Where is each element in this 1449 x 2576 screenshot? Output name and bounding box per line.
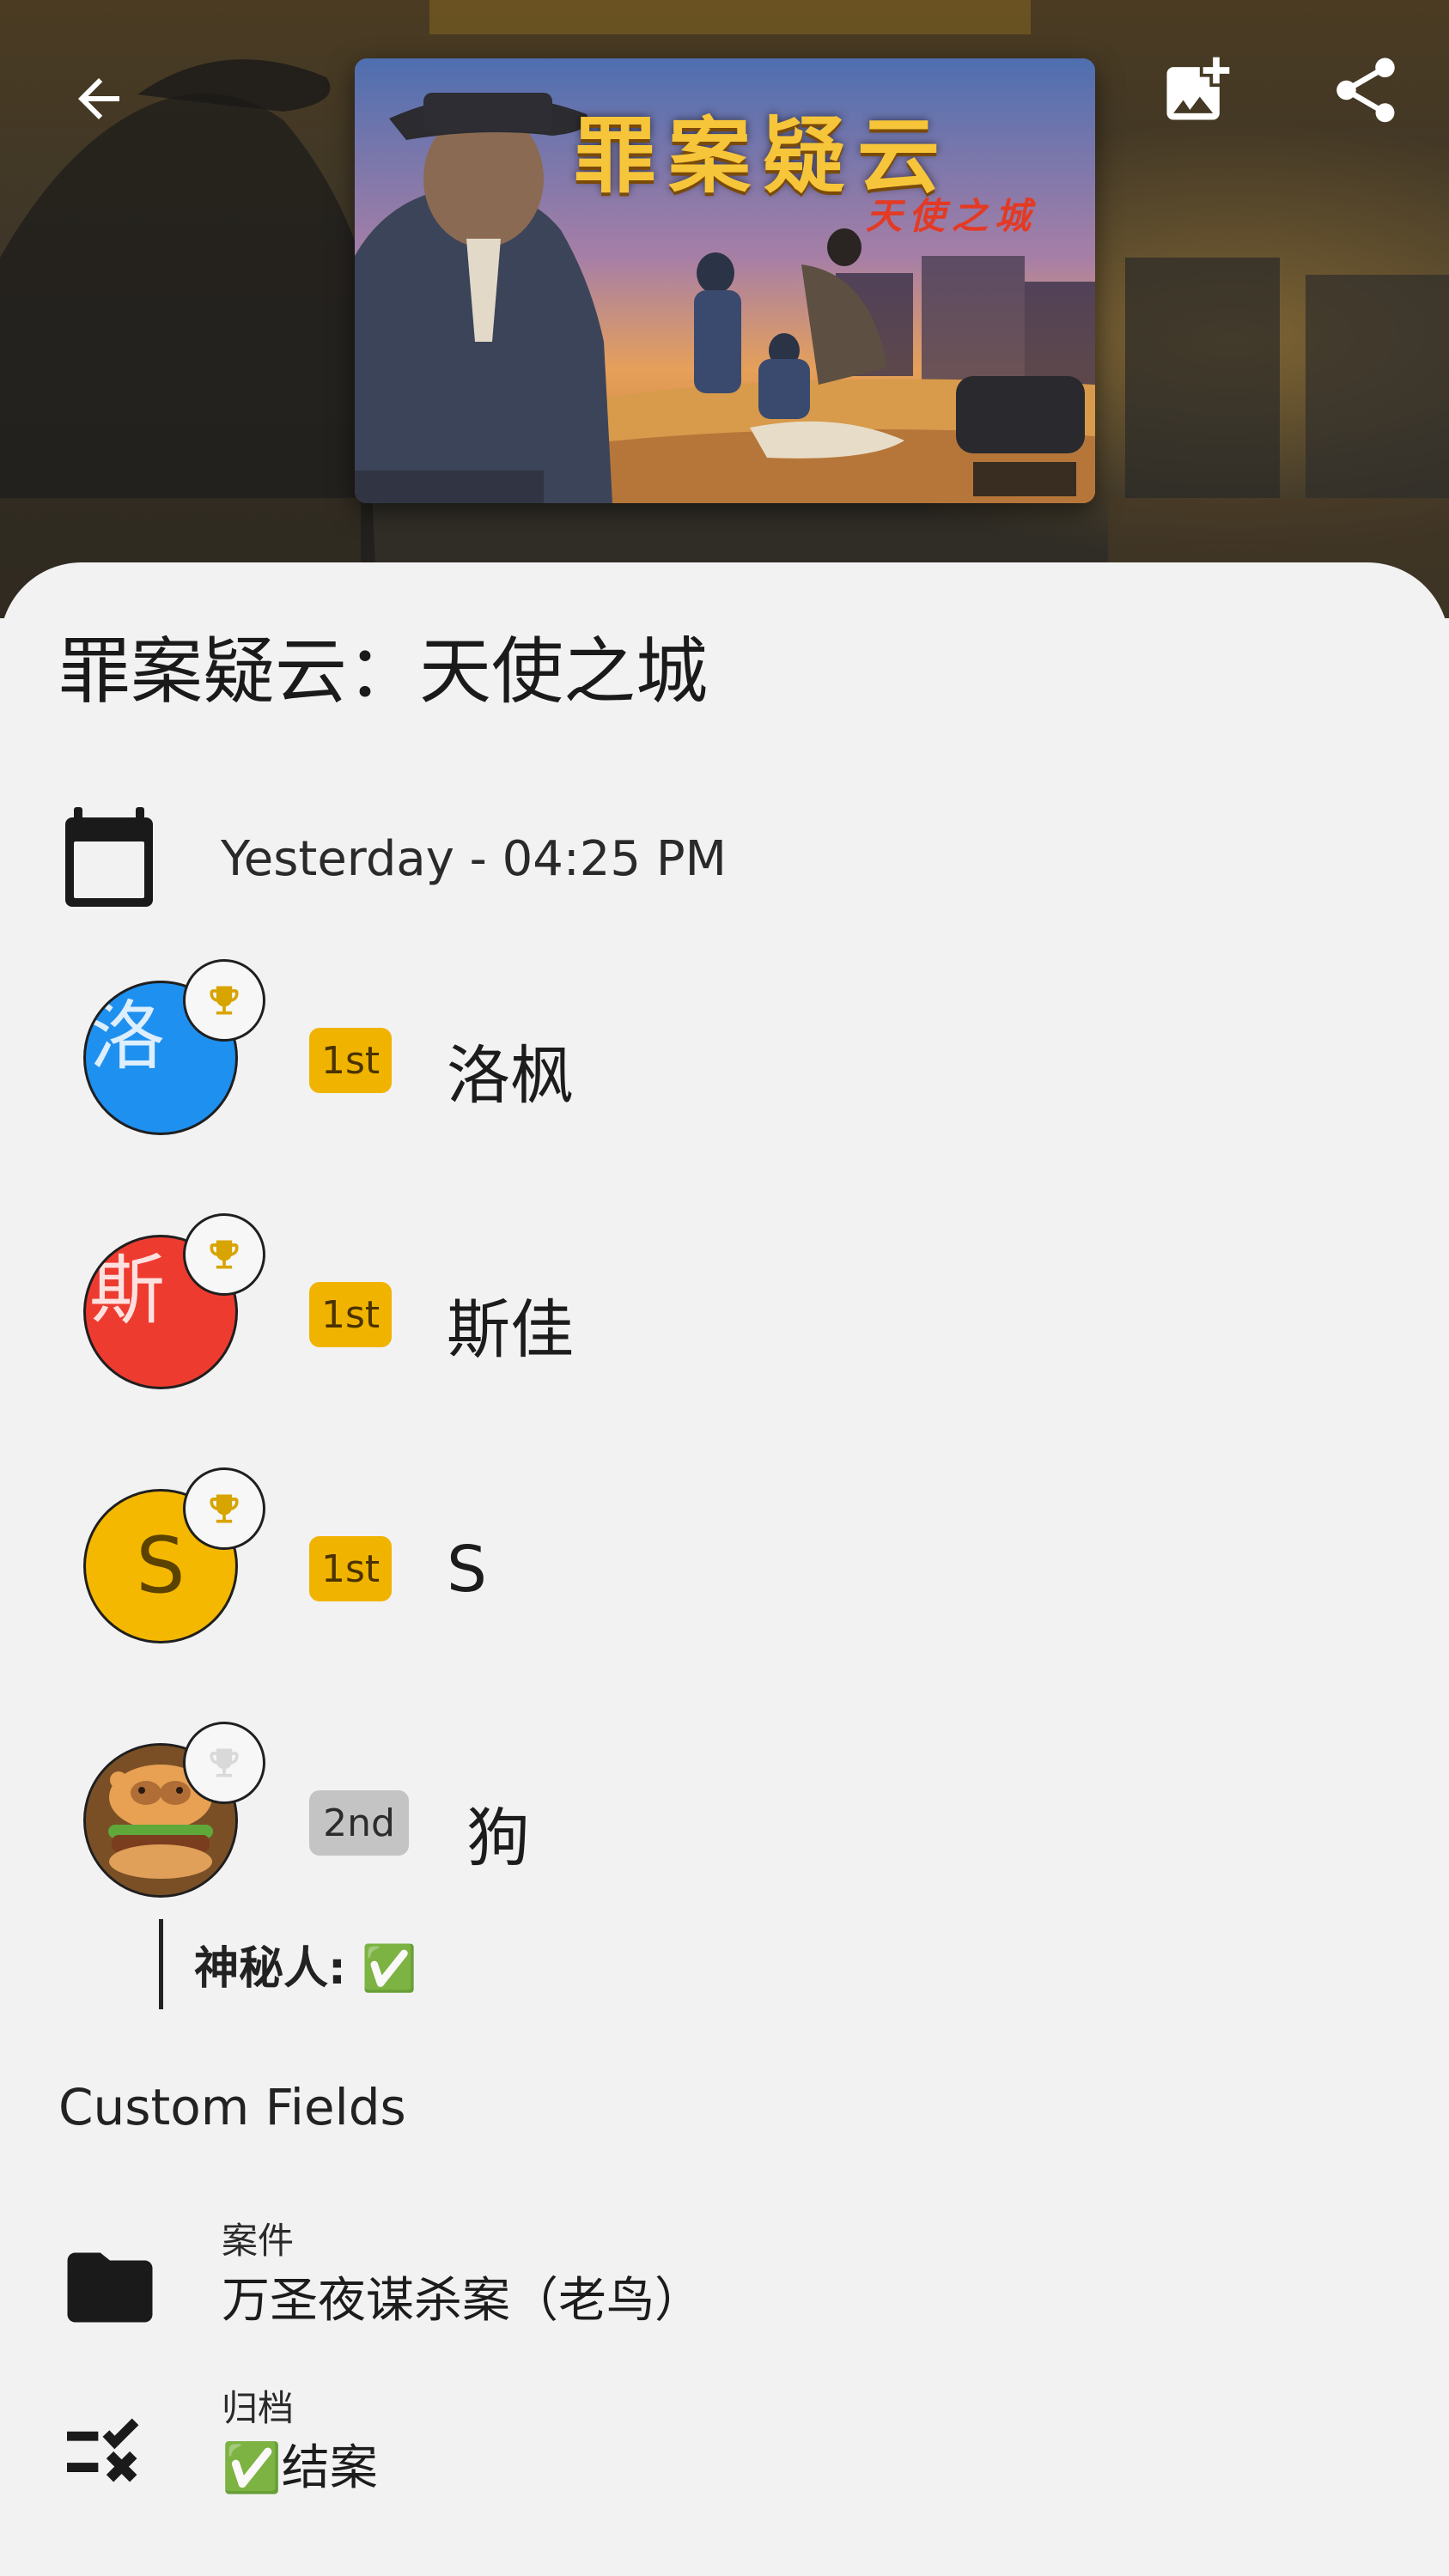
- field-label: 案件: [222, 2220, 295, 2262]
- arrow-left-icon: [78, 78, 119, 119]
- trophy-icon: [210, 1494, 239, 1523]
- add-photo-icon: [1166, 57, 1230, 120]
- game-title: 罪案疑云：天使之城: [58, 629, 709, 714]
- trophy-icon: [210, 1748, 239, 1777]
- trophy-badge: [183, 1467, 265, 1550]
- rank-badge: 1st: [309, 1536, 393, 1601]
- player-name: S: [447, 1533, 487, 1607]
- trophy-badge: [183, 1213, 265, 1296]
- back-button[interactable]: [47, 47, 150, 150]
- game-cover-image[interactable]: 罪案疑云 天使之城: [355, 58, 1095, 503]
- trophy-badge: [183, 1722, 265, 1804]
- player-name: 狗: [466, 1801, 530, 1875]
- avatar-initial: 斯: [89, 1246, 166, 1334]
- player-row[interactable]: 2nd 狗: [0, 1722, 1449, 1911]
- player-row[interactable]: 斯 1st 斯佳: [0, 1213, 1449, 1402]
- trophy-badge: [183, 959, 265, 1042]
- player-note-text: 神秘人: ✅: [194, 1943, 417, 1995]
- player-row[interactable]: S 1st S: [0, 1467, 1449, 1656]
- rank-badge: 1st: [309, 1282, 393, 1347]
- trophy-icon: [210, 1240, 239, 1269]
- field-value: 万圣夜谋杀案（老鸟）: [222, 2273, 703, 2329]
- player-row[interactable]: 洛 1st 洛枫: [0, 959, 1449, 1148]
- calendar-icon: [65, 807, 153, 907]
- date-text: Yesterday - 04:25 PM: [221, 831, 727, 887]
- avatar-initial: 洛: [89, 992, 166, 1080]
- field-value: ✅结案: [222, 2440, 378, 2496]
- custom-fields-title: Custom Fields: [58, 2078, 406, 2136]
- share-button[interactable]: [1314, 39, 1417, 142]
- trophy-icon: [210, 986, 239, 1015]
- folder-icon: [60, 2238, 159, 2336]
- rank-badge: 2nd: [309, 1790, 409, 1856]
- player-name: 洛枫: [447, 1039, 574, 1113]
- player-name: 斯佳: [447, 1293, 574, 1367]
- rank-badge: 1st: [309, 1028, 393, 1093]
- date-row[interactable]: Yesterday - 04:25 PM: [62, 807, 727, 910]
- add-image-button[interactable]: [1145, 39, 1248, 142]
- custom-field-case[interactable]: 案件 万圣夜谋杀案（老鸟）: [0, 2212, 1449, 2341]
- header-banner: 罪案疑云 天使之城: [0, 0, 1449, 618]
- custom-field-archive[interactable]: 归档 ✅结案: [0, 2379, 1449, 2508]
- cover-subtitle-text: 天使之城: [866, 195, 1038, 237]
- player-note: 神秘人: ✅: [159, 1919, 417, 2009]
- share-icon: [1336, 58, 1395, 123]
- field-label: 归档: [222, 2387, 295, 2429]
- checklist-icon: [60, 2405, 159, 2504]
